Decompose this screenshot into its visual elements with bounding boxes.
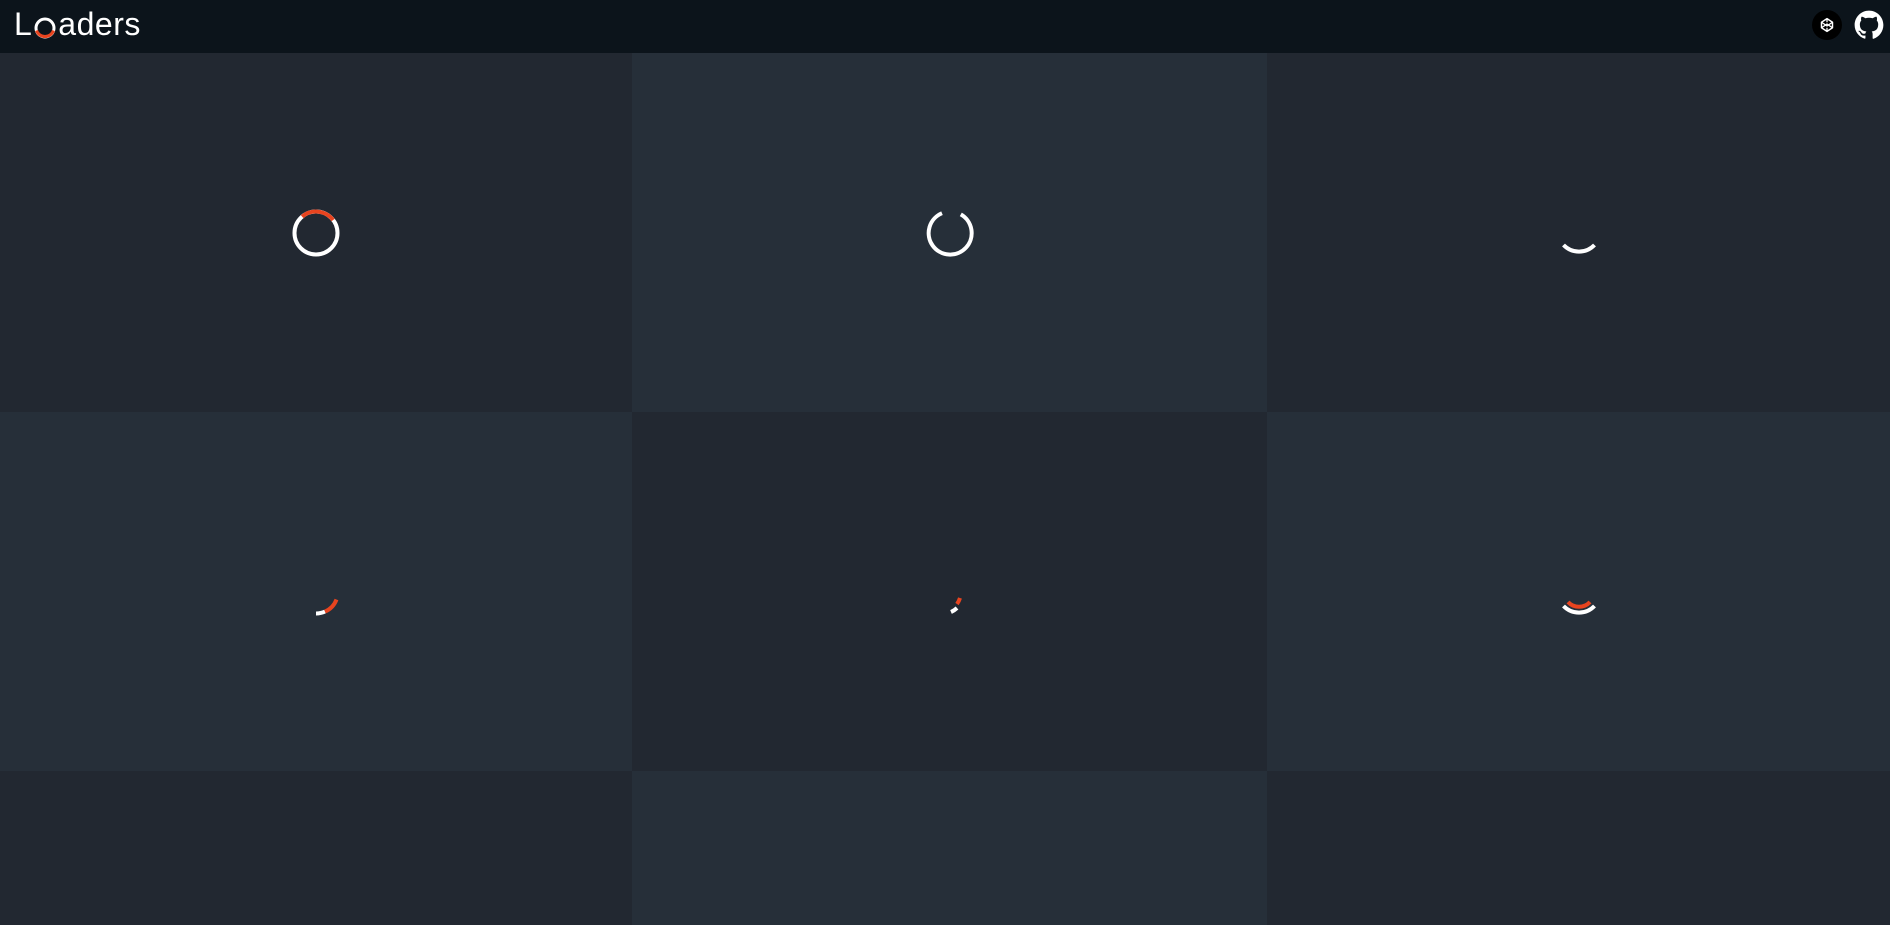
loader-5-spinner-icon <box>949 596 962 614</box>
header-links <box>1812 10 1884 40</box>
logo-text-prefix: L <box>14 6 33 42</box>
loader-cell-3[interactable] <box>1267 53 1890 412</box>
loader-cell-6[interactable] <box>1267 412 1890 771</box>
loader-4-spinner-icon <box>315 598 339 616</box>
codepen-link[interactable] <box>1812 10 1842 40</box>
codepen-icon <box>1816 14 1838 36</box>
github-icon <box>1854 10 1884 39</box>
loader-cell-2[interactable] <box>632 53 1267 412</box>
github-link[interactable] <box>1854 10 1884 40</box>
loader-cell-7[interactable] <box>0 771 632 925</box>
loader-cell-1[interactable] <box>0 53 632 412</box>
logo-spinner-icon <box>34 17 56 39</box>
app-logo[interactable]: L aders <box>14 4 141 44</box>
loader-grid <box>0 53 1890 925</box>
logo-text-suffix: aders <box>58 6 141 42</box>
loader-6-spinner-icon <box>1561 600 1596 615</box>
loader-cell-5[interactable] <box>632 412 1267 771</box>
loader-2-spinner-icon <box>926 210 974 257</box>
loader-1-spinner-icon <box>292 209 340 256</box>
loader-cell-9[interactable] <box>1267 771 1890 925</box>
top-header: L aders <box>0 0 1890 53</box>
loader-3-spinner-icon <box>1561 243 1596 254</box>
loader-cell-4[interactable] <box>0 412 632 771</box>
loader-cell-8[interactable] <box>632 771 1267 925</box>
